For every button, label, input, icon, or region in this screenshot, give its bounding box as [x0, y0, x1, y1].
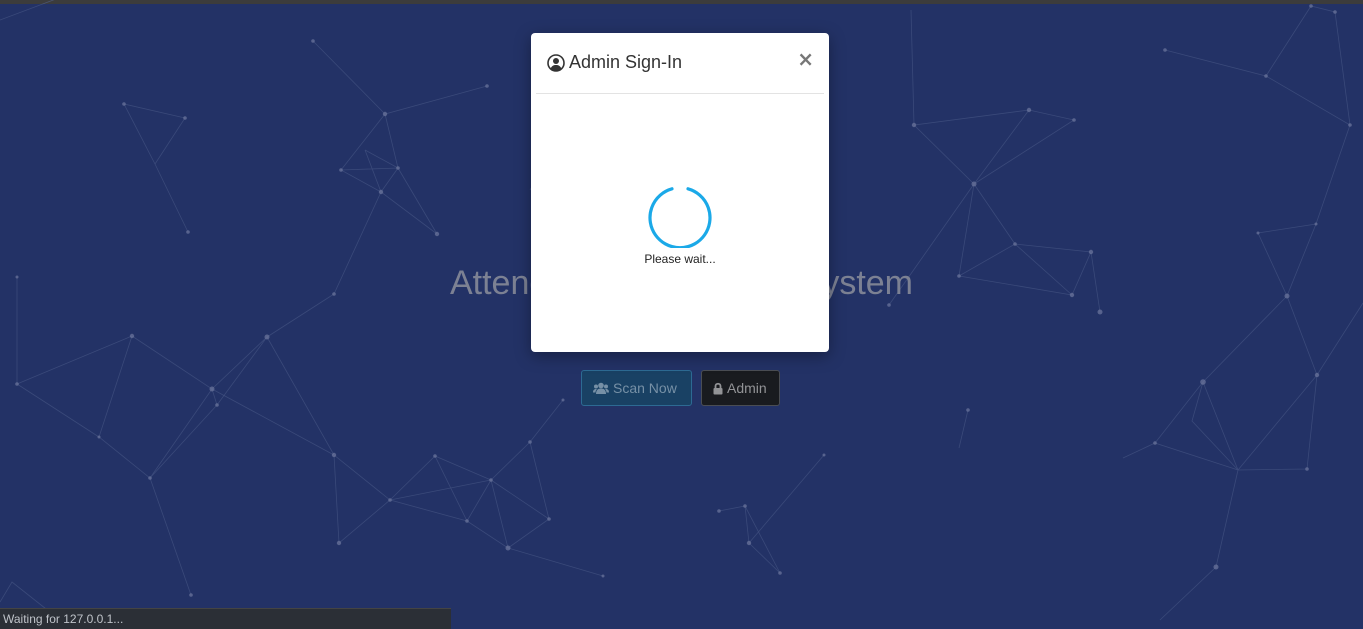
browser-status-bar: Waiting for 127.0.0.1...	[0, 608, 451, 629]
modal-title-text: Admin Sign-In	[569, 52, 683, 72]
loading-text: Please wait...	[644, 252, 716, 266]
loading-spinner-icon	[648, 187, 712, 248]
modal-header: Admin Sign-In ×	[536, 33, 824, 94]
admin-sign-in-modal: Admin Sign-In × Please wait...	[531, 33, 829, 352]
modal-title: Admin Sign-In	[547, 52, 682, 73]
user-circle-icon	[547, 53, 565, 72]
close-icon[interactable]: ×	[797, 48, 814, 70]
